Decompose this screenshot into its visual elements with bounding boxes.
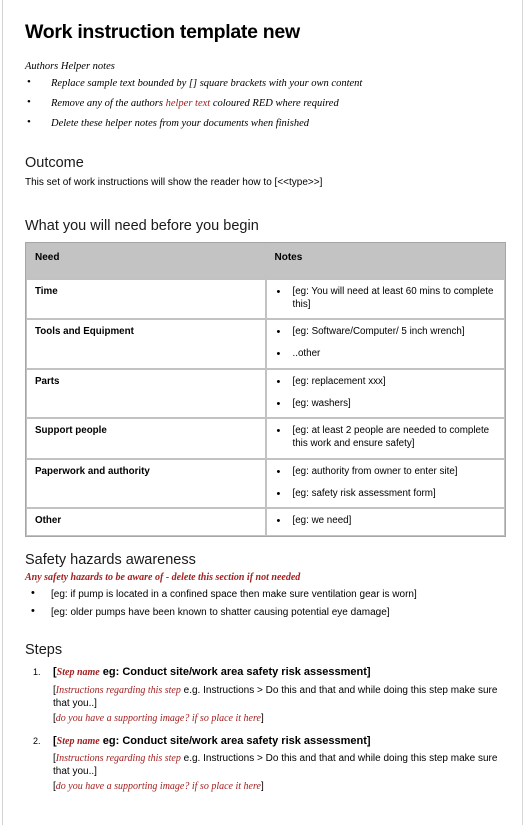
steps-list: [Step name eg: Conduct site/work area sa… xyxy=(25,665,502,793)
step-instructions-placeholder: Instructions regarding this step xyxy=(55,684,181,696)
bracket-close: ] xyxy=(260,780,264,792)
list-item: [eg: we need] xyxy=(275,514,497,528)
document-page: Work instruction template new Authors He… xyxy=(2,0,523,825)
list-item: [eg: replacement xxx] xyxy=(275,375,497,389)
step-title-rest: eg: Conduct site/work area safety risk a… xyxy=(99,734,371,747)
need-label: Paperwork and authority xyxy=(26,458,266,509)
table-row: Support people [eg: at least 2 people ar… xyxy=(26,418,505,459)
authors-note-post: coloured RED where required xyxy=(210,98,339,110)
step-title: [Step name eg: Conduct site/work area sa… xyxy=(53,734,502,748)
step-image-placeholder: do you have a supporting image? if so pl… xyxy=(55,780,261,792)
column-header-notes: Notes xyxy=(265,242,505,279)
step-name-placeholder: Step name xyxy=(56,735,100,747)
list-item: [eg: safety risk assessment form] xyxy=(275,487,497,501)
step-name-placeholder: Step name xyxy=(56,667,100,679)
notes-list: [eg: Software/Computer/ 5 inch wrench] .… xyxy=(275,325,497,361)
notes-cell: [eg: replacement xxx] [eg: washers] xyxy=(265,368,505,419)
notes-cell: [eg: at least 2 people are needed to com… xyxy=(265,418,505,459)
section-heading-outcome: Outcome xyxy=(25,155,84,172)
table-row: Tools and Equipment [eg: Software/Comput… xyxy=(26,319,505,369)
step-image-note: [do you have a supporting image? if so p… xyxy=(53,712,502,725)
table-body: Time [eg: You will need at least 60 mins… xyxy=(26,278,505,537)
step-instructions: [Instructions regarding this step e.g. I… xyxy=(53,684,502,710)
authors-note-pre: Remove any of the authors xyxy=(51,98,166,110)
list-item: [eg: Software/Computer/ 5 inch wrench] xyxy=(275,325,497,339)
step-image-placeholder: do you have a supporting image? if so pl… xyxy=(55,712,261,724)
need-label: Parts xyxy=(26,368,266,419)
notes-list: [eg: replacement xxx] [eg: washers] xyxy=(275,375,497,411)
list-item: [eg: at least 2 people are needed to com… xyxy=(275,424,497,450)
notes-list: [eg: You will need at least 60 mins to c… xyxy=(275,285,497,311)
table-head: Need Notes xyxy=(26,242,505,279)
table-row: Time [eg: You will need at least 60 mins… xyxy=(26,278,505,320)
outcome-text: This set of work instructions will show … xyxy=(25,177,323,189)
authors-note-red-highlight: helper text xyxy=(165,98,211,110)
list-item: Replace sample text bounded by [] square… xyxy=(25,77,502,91)
notes-cell: [eg: we need] xyxy=(265,508,505,537)
notes-list: [eg: we need] xyxy=(275,514,497,528)
step-item: [Step name eg: Conduct site/work area sa… xyxy=(25,665,502,724)
list-item: Delete these helper notes from your docu… xyxy=(25,116,502,131)
step-instructions: [Instructions regarding this step e.g. I… xyxy=(53,752,502,778)
need-label: Other xyxy=(26,508,266,537)
step-image-note: [do you have a supporting image? if so p… xyxy=(53,780,502,793)
step-title: [Step name eg: Conduct site/work area sa… xyxy=(53,665,502,679)
need-label: Tools and Equipment xyxy=(26,319,266,369)
section-heading-steps: Steps xyxy=(25,642,63,659)
authors-note-text: Delete these helper notes from your docu… xyxy=(51,117,309,129)
authors-notes-label: Authors Helper notes xyxy=(25,61,115,73)
list-item: [eg: older pumps have been known to shat… xyxy=(25,604,502,619)
page-title: Work instruction template new xyxy=(25,21,300,43)
section-heading-safety: Safety hazards awareness xyxy=(25,552,196,569)
safety-helper-note: Any safety hazards to be aware of - dele… xyxy=(25,572,301,584)
notes-list: [eg: at least 2 people are needed to com… xyxy=(275,424,497,450)
table-row: Parts [eg: replacement xxx] [eg: washers… xyxy=(26,368,505,419)
list-item: [eg: if pump is located in a confined sp… xyxy=(25,586,502,601)
notes-cell: [eg: You will need at least 60 mins to c… xyxy=(265,278,505,320)
column-header-need: Need xyxy=(26,242,266,279)
list-item: Remove any of the authors helper text co… xyxy=(25,96,502,111)
notes-list: [eg: authority from owner to enter site]… xyxy=(275,465,497,501)
bracket-close: ] xyxy=(260,712,264,724)
authors-notes-list: Replace sample text bounded by [] square… xyxy=(25,77,502,131)
requirements-table: Need Notes Time [eg: You will need at le… xyxy=(25,241,506,538)
document-body: Work instruction template new Authors He… xyxy=(3,0,522,793)
section-heading-what-you-need: What you will need before you begin xyxy=(25,217,259,234)
need-label: Support people xyxy=(26,418,266,459)
table-row: Paperwork and authority [eg: authority f… xyxy=(26,458,505,509)
authors-note-text: Replace sample text bounded by [] square… xyxy=(51,78,363,90)
list-item: [eg: You will need at least 60 mins to c… xyxy=(275,285,497,311)
safety-hazards-list: [eg: if pump is located in a confined sp… xyxy=(25,586,502,619)
table-header-row: Need Notes xyxy=(26,242,505,279)
step-item: [Step name eg: Conduct site/work area sa… xyxy=(25,734,502,793)
list-item: [eg: washers] xyxy=(275,397,497,411)
notes-cell: [eg: authority from owner to enter site]… xyxy=(265,458,505,509)
list-item: ..other xyxy=(275,347,497,361)
notes-cell: [eg: Software/Computer/ 5 inch wrench] .… xyxy=(265,319,505,369)
step-instructions-placeholder: Instructions regarding this step xyxy=(55,752,181,764)
table-row: Other [eg: we need] xyxy=(26,508,505,537)
list-item: [eg: authority from owner to enter site] xyxy=(275,465,497,479)
step-title-rest: eg: Conduct site/work area safety risk a… xyxy=(99,666,371,679)
need-label: Time xyxy=(26,278,266,320)
